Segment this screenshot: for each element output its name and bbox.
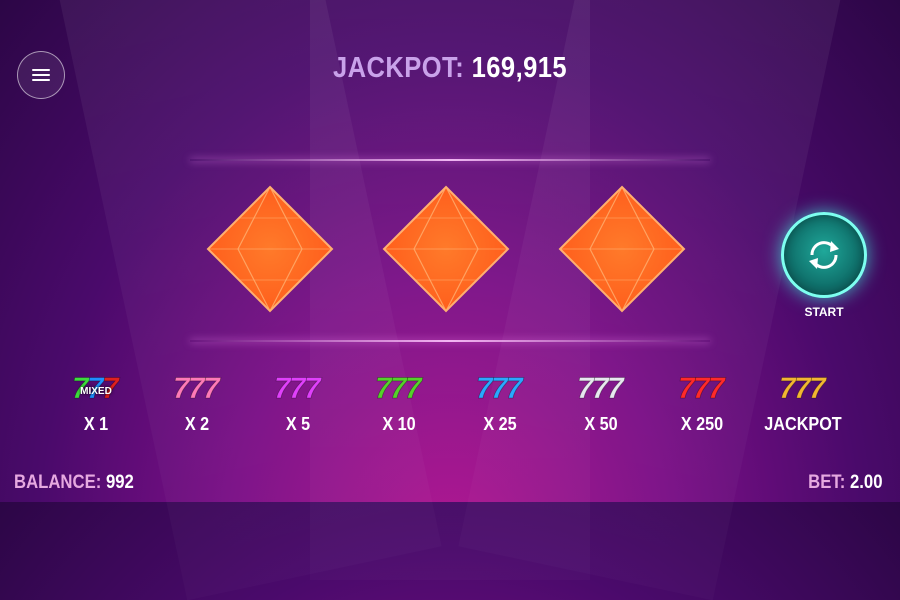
paytable-multiplier-label: JACKPOT (764, 414, 842, 434)
gold-sevens-icon: 777 (753, 366, 853, 406)
paytable-item-blue-sevens: 777 X 25 (450, 366, 550, 435)
paytable-item-mixed-sevens: 7 7 7 MIXED X 1 (46, 366, 146, 435)
green-sevens-icon: 777 (349, 366, 449, 406)
white-sevens-icon: 777 (551, 366, 651, 406)
reel-frame-top-line (190, 159, 710, 161)
orange-diamond-symbol (382, 185, 510, 313)
paytable-item-magenta-sevens: 777 X 5 (248, 366, 348, 435)
paytable-multiplier-label: X 2 (184, 414, 210, 434)
svg-text:7: 7 (506, 372, 524, 405)
bet-label: BET: (807, 472, 845, 493)
hamburger-menu-icon (32, 69, 50, 81)
bet-display[interactable]: BET: 2.00 (808, 472, 882, 494)
svg-text:7: 7 (405, 372, 423, 405)
spin-arrows-icon (809, 241, 839, 269)
pink-sevens-icon: 777 (147, 366, 247, 406)
svg-text:7: 7 (708, 372, 726, 405)
jackpot-display: JACKPOT: 169,915 (54, 52, 846, 85)
paytable-multiplier-label: X 10 (382, 414, 416, 434)
paytable-item-white-sevens: 777 X 50 (551, 366, 651, 435)
svg-text:7: 7 (203, 372, 221, 405)
paytable: 7 7 7 MIXED X 1777X 2777X 5777X 10 7 7 7 X 25 7 7 7… (46, 366, 854, 446)
paytable-item-gold-sevens: 7 7 7 JACKPOT (753, 366, 853, 435)
jackpot-value: 169,915 (471, 52, 567, 84)
svg-text:7: 7 (607, 372, 625, 405)
start-label: START (804, 305, 844, 319)
paytable-multiplier-label: X 5 (285, 414, 311, 434)
paytable-item-red-sevens: 777 X 250 (652, 366, 752, 435)
paytable-multiplier-label: X 25 (483, 414, 517, 434)
reel-2 (382, 185, 510, 313)
jackpot-label: JACKPOT: (333, 52, 465, 84)
reel-1 (206, 185, 334, 313)
orange-diamond-symbol (206, 185, 334, 313)
magenta-sevens-icon: 777 (248, 366, 348, 406)
paytable-multiplier-label: X 1 (83, 414, 109, 434)
svg-text:7: 7 (304, 372, 322, 405)
bet-value: 2.00 (849, 472, 882, 493)
balance-value: 992 (105, 472, 134, 493)
orange-diamond-symbol (558, 185, 686, 313)
svg-text:7: 7 (809, 372, 827, 405)
red-sevens-icon: 777 (652, 366, 752, 406)
paytable-item-green-sevens: 777 X 10 (349, 366, 449, 435)
reel-frame-bottom-line (190, 340, 710, 342)
paytable-item-pink-sevens: 777 X 2 (147, 366, 247, 435)
start-button[interactable] (781, 212, 867, 298)
balance-display: BALANCE: 992 (14, 472, 134, 494)
mixed-badge: MIXED (80, 386, 112, 397)
balance-label: BALANCE: (14, 472, 102, 493)
blue-sevens-icon: 777 (450, 366, 550, 406)
paytable-multiplier-label: X 250 (680, 414, 724, 434)
paytable-multiplier-label: X 50 (584, 414, 618, 434)
reel-3 (558, 185, 686, 313)
